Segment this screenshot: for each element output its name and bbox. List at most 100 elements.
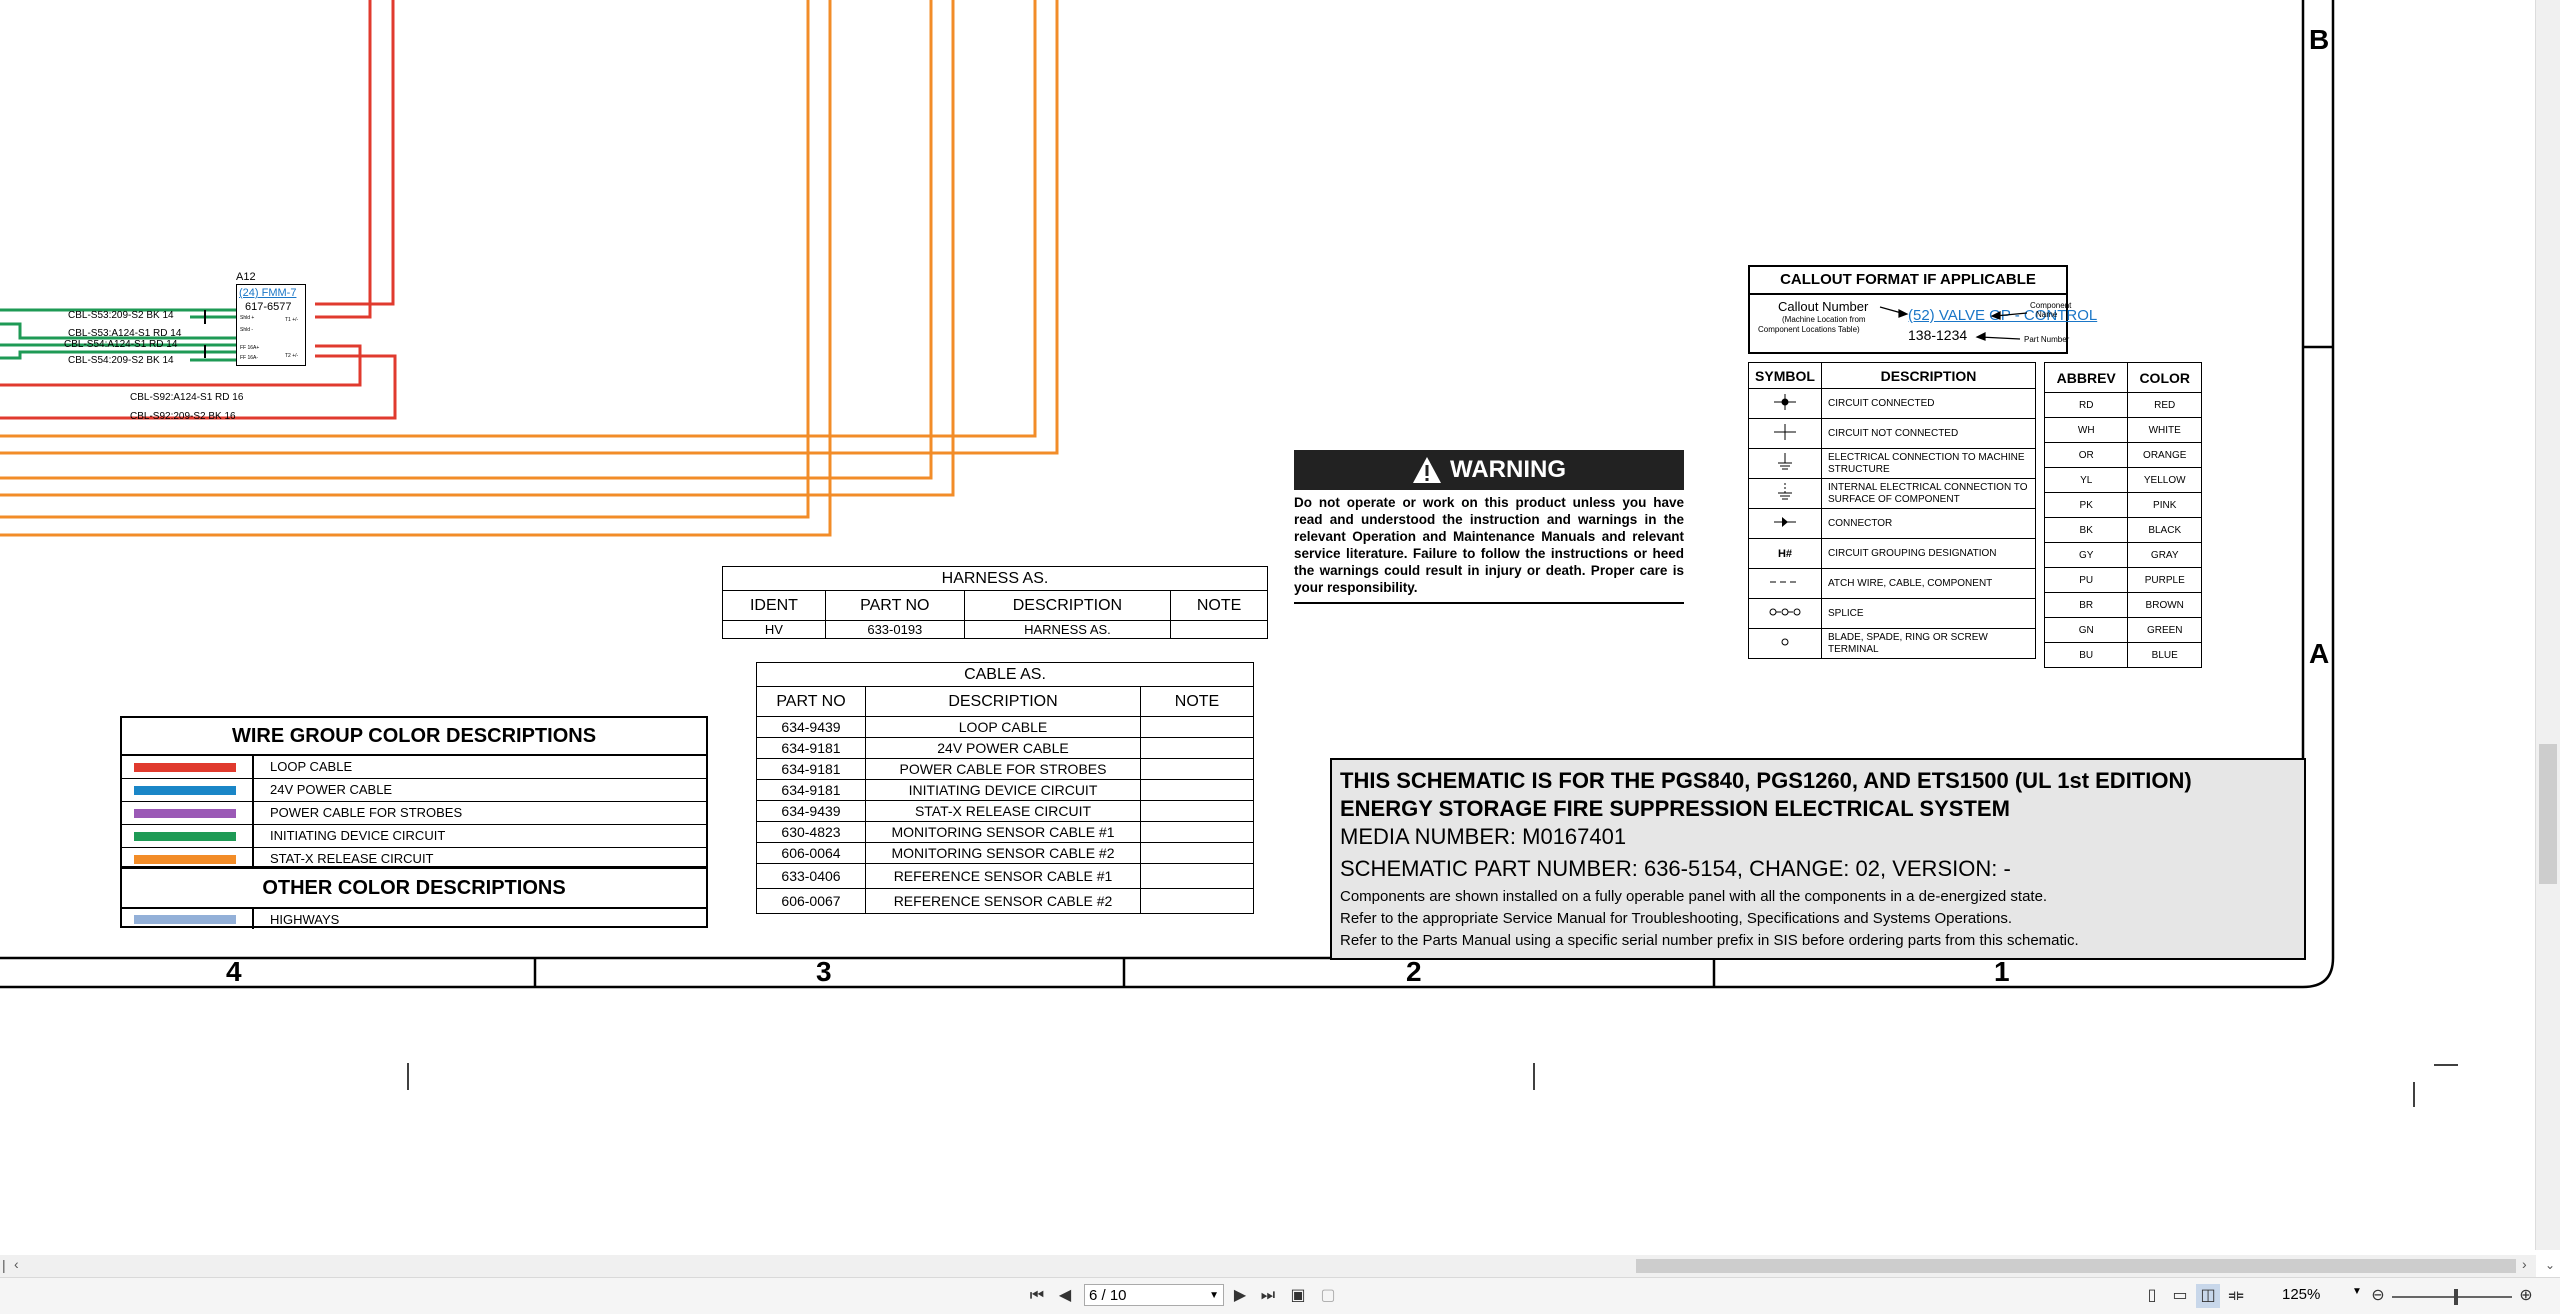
symbol-desc: ELECTRICAL CONNECTION TO MACHINE STRUCTU… [1821, 448, 2036, 479]
callout-format-box: CALLOUT FORMAT IF APPLICABLE Callout Num… [1748, 265, 2097, 354]
column-label-2: 2 [1406, 956, 1422, 987]
vertical-scroll-thumb[interactable] [2539, 744, 2557, 884]
page-display: 6 / 10 [1089, 1287, 1127, 1304]
row-label-a: A [2309, 638, 2330, 669]
table-row: BR BROWN [2043, 592, 2202, 618]
color-swatch [134, 832, 236, 841]
scroll-down-icon[interactable]: ⌄ [2545, 1258, 2555, 1272]
symbol-desc: CIRCUIT CONNECTED [1821, 388, 2036, 419]
pin-label: Shld + [240, 315, 255, 321]
zoom-dropdown-icon[interactable]: ▼ [2352, 1286, 2362, 1297]
two-page-view-icon[interactable]: ◫ [2196, 1284, 2220, 1308]
color-swatch [134, 786, 236, 795]
crop-marks [407, 1063, 2458, 1107]
zoom-out-icon[interactable]: ⊖ [2366, 1284, 2390, 1308]
warning-header: WARNING [1294, 450, 1684, 490]
title-note: Components are shown installed on a full… [1340, 888, 2048, 905]
cable-cell [1140, 716, 1254, 738]
table-row: PK PINK [2043, 492, 2202, 518]
table-row: 634-9181 24V POWER CABLE [756, 737, 1254, 759]
component-link[interactable]: (24) FMM-7 [239, 287, 296, 299]
wire-label: CBL-S54:A124-S1 RD 14 [64, 339, 178, 350]
zoom-slider[interactable] [2392, 1289, 2512, 1305]
last-page-icon[interactable]: ⏭ [1256, 1284, 1280, 1308]
row-label-b: B [2309, 24, 2330, 55]
splice-icon [1769, 608, 1801, 616]
highways-swatch [134, 915, 236, 924]
table-row: 633-0406 REFERENCE SENSOR CABLE #1 [756, 863, 1254, 889]
harness-cell: HARNESS AS. [963, 620, 1172, 639]
cable-cell: 634-9181 [756, 758, 866, 780]
first-page-icon[interactable]: ⏮ [1025, 1284, 1049, 1308]
scroll-left-icon[interactable]: | [2, 1257, 6, 1273]
color-cell: BLUE [2127, 642, 2202, 668]
warning-panel: WARNING Do not operate or work on this p… [1294, 450, 1684, 604]
color-cell: ORANGE [2127, 442, 2202, 468]
wire-group-items: LOOP CABLE 24V POWER CABLE POWER CABLE FOR… [122, 756, 706, 867]
cable-cell [1140, 888, 1254, 914]
loop-wire [315, 0, 372, 319]
cable-cell [1140, 800, 1254, 822]
wire-group-item: POWER CABLE FOR STROBES [122, 802, 706, 825]
scroll-left-arrow-icon[interactable]: ‹ [14, 1256, 19, 1272]
harness-cell [1170, 620, 1268, 639]
vertical-scrollbar[interactable]: ⌄ [2535, 0, 2560, 1272]
pages-view-icon[interactable]: ▣ [1286, 1284, 1310, 1308]
scroll-right-arrow-icon[interactable]: › [2522, 1256, 2527, 1272]
table-row: 634-9181 INITIATING DEVICE CIRCUIT [756, 779, 1254, 801]
wire-group-label: STAT-X RELEASE CIRCUIT [270, 851, 434, 866]
abbrev-cell: PK [2043, 492, 2129, 518]
zoom-slider-handle[interactable] [2454, 1289, 2458, 1305]
abbrev-cell: RD [2043, 392, 2129, 418]
column-label-1: 1 [1994, 956, 2010, 987]
color-cell: YELLOW [2127, 467, 2202, 493]
harness-header: NOTE [1170, 590, 1268, 621]
wire-group-title: WIRE GROUP COLOR DESCRIPTIONS [122, 718, 706, 756]
terminal-icon [1781, 638, 1789, 646]
cable-title: CABLE AS. [756, 662, 1254, 687]
zoom-level[interactable]: 125% [2282, 1286, 2320, 1303]
continuous-view-icon[interactable]: ▭ [2168, 1284, 2192, 1308]
page-dropdown-icon[interactable]: ▼ [1209, 1285, 1219, 1307]
page-number-input[interactable]: 6 / 10 ▼ [1084, 1284, 1224, 1306]
cable-cell: 634-9181 [756, 737, 866, 759]
single-page-view-icon[interactable]: ▯ [2140, 1284, 2164, 1308]
warning-text: Do not operate or work on this product u… [1294, 494, 1684, 604]
table-row: RD RED [2043, 392, 2202, 418]
table-row: 634-9181 POWER CABLE FOR STROBES [756, 758, 1254, 780]
abbrev-cell: YL [2043, 467, 2129, 493]
harness-header: PART NO [824, 590, 965, 621]
abbrev-cell: GY [2043, 542, 2129, 568]
cable-cell: STAT-X RELEASE CIRCUIT [865, 800, 1141, 822]
wire-label: CBL-S92:A124-S1 RD 16 [130, 392, 244, 403]
pin-label: FF 16A- [240, 355, 259, 361]
loop-wires [0, 0, 397, 420]
circuit-not-connected-icon [1774, 424, 1796, 440]
wire-group-label: POWER CABLE FOR STROBES [270, 805, 463, 820]
color-cell: GREEN [2127, 617, 2202, 643]
table-row: HV 633-0193 HARNESS AS. [722, 620, 1268, 639]
cable-cell [1140, 842, 1254, 864]
cable-cell: 634-9439 [756, 800, 866, 822]
previous-page-icon[interactable]: ◀ [1053, 1284, 1077, 1308]
table-row: GY GRAY [2043, 542, 2202, 568]
symbol-desc: CIRCUIT NOT CONNECTED [1821, 418, 2036, 449]
color-swatch [134, 809, 236, 818]
cable-cell: 630-4823 [756, 821, 866, 843]
horizontal-scrollbar[interactable]: | ‹ › [0, 1255, 2536, 1277]
wire-group-label: 24V POWER CABLE [270, 782, 393, 797]
statx-wire [0, 0, 810, 519]
cable-cell: 606-0067 [756, 888, 866, 914]
next-page-icon[interactable]: ▶ [1228, 1284, 1252, 1308]
split-view-icon[interactable]: ⟚ [2224, 1284, 2248, 1308]
zoom-in-icon[interactable]: ⊕ [2514, 1284, 2538, 1308]
table-row: BK BLACK [2043, 517, 2202, 543]
copy-view-icon[interactable]: ▢ [1316, 1284, 1340, 1308]
horizontal-scroll-thumb[interactable] [1636, 1259, 2516, 1273]
table-row: PU PURPLE [2043, 567, 2202, 593]
abbrev-cell: PU [2043, 567, 2129, 593]
media-number: MEDIA NUMBER: M0167401 [1340, 824, 1627, 849]
column-label-4: 4 [226, 956, 242, 987]
harness-title: HARNESS AS. [722, 566, 1268, 591]
frame-outer-bottom [0, 957, 2335, 989]
